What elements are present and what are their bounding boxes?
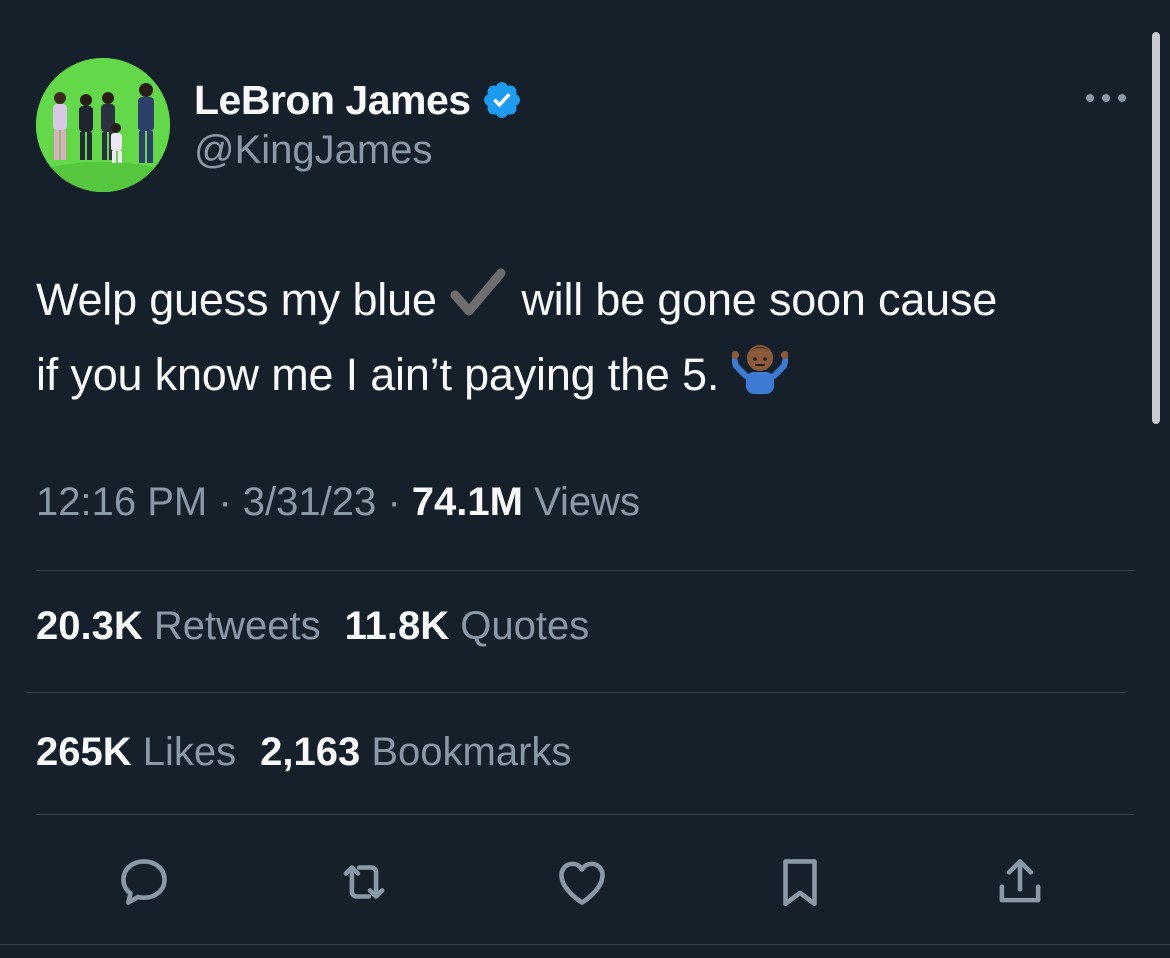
meta-separator: · — [207, 480, 243, 524]
tweet-date[interactable]: 3/31/23 — [243, 480, 376, 524]
views-label: Views — [522, 480, 641, 524]
avatar[interactable] — [36, 58, 170, 192]
quotes-count: 11.8K — [344, 604, 450, 648]
tweet-text-segment: if you know me I ain’t paying the 5. — [36, 349, 720, 401]
likes-stat[interactable]: 265K Likes — [36, 730, 236, 774]
share-icon — [999, 859, 1041, 903]
heavy-check-mark-emoji-icon — [449, 267, 509, 339]
retweet-icon — [343, 865, 385, 899]
divider — [0, 944, 1170, 945]
views-count: 74.1M — [411, 480, 523, 524]
share-button[interactable] — [990, 852, 1050, 912]
like-button[interactable] — [552, 852, 612, 912]
more-options-button[interactable] — [1080, 86, 1132, 110]
heart-icon — [559, 861, 605, 905]
quotes-stat[interactable]: 11.8K Quotes — [345, 604, 590, 648]
quotes-label: Quotes — [449, 604, 590, 648]
stats-row-likes-bookmarks: 265K Likes 2,163 Bookmarks — [36, 730, 571, 775]
divider — [26, 692, 1126, 693]
retweets-stat[interactable]: 20.3K Retweets — [36, 604, 321, 648]
tweet-detail: LeBron James @KingJames Welp guess my bl… — [0, 0, 1170, 958]
bookmarks-stat[interactable]: 2,163 Bookmarks — [260, 730, 571, 774]
reply-button[interactable] — [114, 852, 174, 912]
more-dots-icon — [1086, 94, 1126, 102]
tweet-text-segment: will be gone soon cause — [509, 274, 998, 325]
bookmarks-label: Bookmarks — [360, 730, 572, 774]
tweet-text-line-2: if you know me I ain’t paying the 5. — [36, 339, 1136, 416]
divider — [36, 814, 1134, 815]
author-name-row[interactable]: LeBron James — [194, 70, 523, 130]
scrollbar[interactable] — [1152, 32, 1160, 424]
tweet-text: Welp guess my blue will be gone soon cau… — [36, 264, 1136, 416]
retweets-label: Retweets — [142, 604, 321, 648]
bookmark-icon — [783, 859, 817, 907]
tweet-action-bar — [0, 840, 1170, 920]
reply-icon — [121, 859, 167, 905]
retweet-button[interactable] — [334, 852, 394, 912]
meta-separator: · — [376, 480, 412, 524]
author-handle[interactable]: @KingJames — [194, 128, 432, 173]
tweet-time[interactable]: 12:16 PM — [36, 480, 207, 524]
verified-badge-icon[interactable] — [481, 79, 523, 121]
likes-count: 265K — [36, 730, 132, 774]
person-shrugging-emoji-icon — [730, 340, 789, 416]
author-display-name[interactable]: LeBron James — [194, 77, 471, 124]
divider — [36, 570, 1134, 571]
tweet-text-segment: Welp guess my blue — [36, 274, 450, 325]
likes-label: Likes — [131, 730, 237, 774]
bookmarks-count: 2,163 — [260, 730, 361, 774]
stats-row-retweets-quotes: 20.3K Retweets 11.8K Quotes — [36, 604, 589, 649]
tweet-meta: 12:16 PM · 3/31/23 · 74.1M Views — [36, 480, 640, 525]
retweets-count: 20.3K — [36, 604, 143, 648]
avatar-photo — [36, 58, 170, 192]
bookmark-button[interactable] — [770, 852, 830, 912]
tweet-text-line-1: Welp guess my blue will be gone soon cau… — [36, 264, 1136, 339]
